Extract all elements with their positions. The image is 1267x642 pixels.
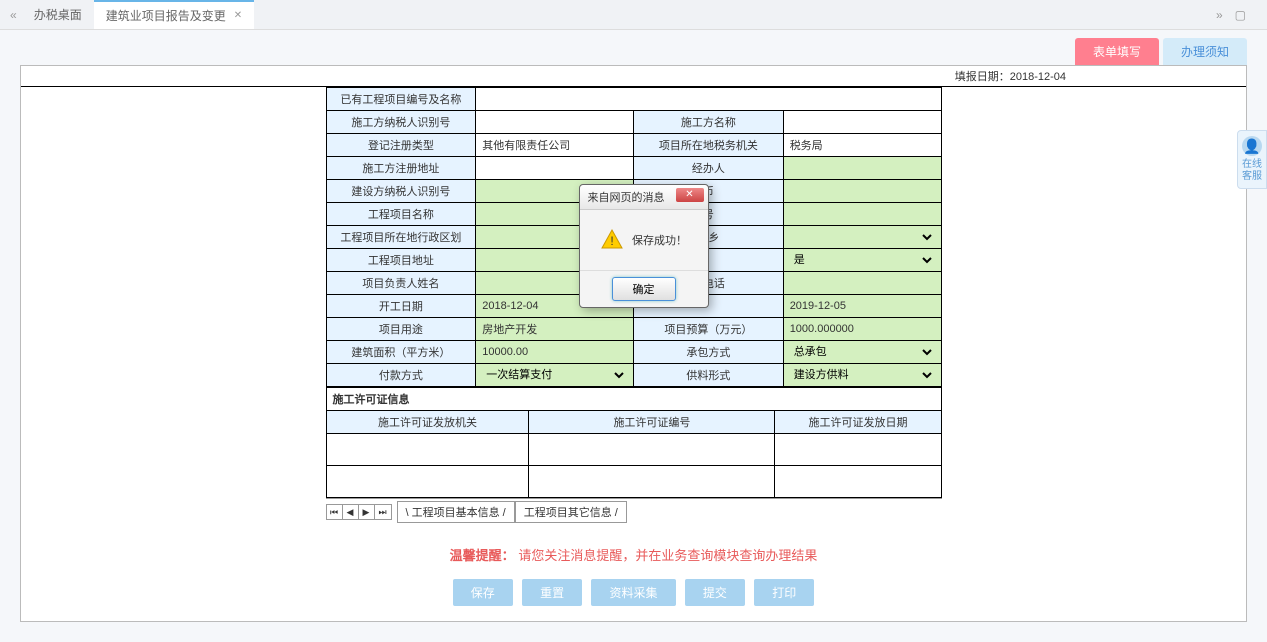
- ok-button[interactable]: 确定: [612, 277, 676, 301]
- sheet-prev-icon[interactable]: ◀: [343, 505, 359, 519]
- field-label: 付款方式: [326, 364, 476, 387]
- subtab-notice[interactable]: 办理须知: [1163, 38, 1247, 65]
- sub-tabs: 表单填写 办理须知: [0, 30, 1267, 65]
- dialog-message: 保存成功！: [632, 232, 687, 248]
- tabs-prev-icon[interactable]: «: [5, 8, 22, 22]
- field-label: 施工方名称: [633, 111, 783, 134]
- field-value[interactable]: [783, 203, 941, 226]
- sheet-last-icon[interactable]: ⏭: [375, 505, 391, 519]
- field-select[interactable]: [790, 230, 935, 244]
- field-select[interactable]: 总承包: [790, 345, 935, 359]
- sheet-nav: ⏮ ◀ ▶ ⏭: [326, 504, 392, 520]
- upload-button[interactable]: 资料采集: [591, 579, 675, 606]
- field-label: 工程项目所在地行政区划: [326, 226, 476, 249]
- form-row: 已有工程项目编号及名称: [326, 88, 941, 111]
- field-label: 建筑面积（平方米）: [326, 341, 476, 364]
- field-label: 已有工程项目编号及名称: [326, 88, 476, 111]
- field-value[interactable]: [783, 226, 941, 249]
- form-row: 建筑面积（平方米）10000.00承包方式总承包: [326, 341, 941, 364]
- field-value[interactable]: 1000.000000: [783, 318, 941, 341]
- field-select[interactable]: 建设方供料: [790, 368, 935, 382]
- tab-bar: « 办税桌面 建筑业项目报告及变更 ✕ » ▢: [0, 0, 1267, 30]
- form-row: 项目用途房地产开发项目预算（万元）1000.000000: [326, 318, 941, 341]
- content-frame: 填报日期：2018-12-04 已有工程项目编号及名称施工方纳税人识别号 施工方名…: [20, 65, 1247, 622]
- avatar-icon: 👤: [1242, 136, 1262, 156]
- save-button[interactable]: 保存: [453, 579, 513, 606]
- field-value[interactable]: [476, 157, 634, 180]
- dialog-title: 来自网页的消息 ✕: [580, 185, 708, 210]
- field-value[interactable]: [783, 111, 941, 134]
- field-label: 项目预算（万元）: [633, 318, 783, 341]
- field-value[interactable]: 总承包: [783, 341, 941, 364]
- field-label: 项目负责人姓名: [326, 272, 476, 295]
- sheet-tabs: ⏮ ◀ ▶ ⏭ \ 工程项目基本信息 / 工程项目其它信息 /: [326, 498, 942, 525]
- permit-col-issuer: 施工许可证发放机关: [326, 411, 529, 434]
- tab-desktop[interactable]: 办税桌面: [22, 1, 94, 28]
- field-label: 施工方纳税人识别号: [326, 111, 476, 134]
- report-date: 填报日期：2018-12-04: [21, 66, 1246, 87]
- permit-section-header: 施工许可证信息: [326, 388, 941, 411]
- field-value[interactable]: [476, 88, 941, 111]
- sheet-next-icon[interactable]: ▶: [359, 505, 375, 519]
- field-label: 开工日期: [326, 295, 476, 318]
- submit-button[interactable]: 提交: [685, 579, 745, 606]
- field-value[interactable]: [476, 111, 634, 134]
- field-label: 供料形式: [633, 364, 783, 387]
- tab-label: 办税桌面: [34, 6, 82, 23]
- window-control-icon[interactable]: ▢: [1229, 8, 1252, 22]
- close-icon[interactable]: ✕: [676, 188, 704, 202]
- form-row: 登记注册类型其他有限责任公司项目所在地税务机关税务局: [326, 134, 941, 157]
- permit-col-date: 施工许可证发放日期: [775, 411, 941, 434]
- sheet-tab-other[interactable]: 工程项目其它信息 /: [515, 501, 627, 523]
- field-value[interactable]: 一次结算支付: [476, 364, 634, 387]
- field-label: 施工方注册地址: [326, 157, 476, 180]
- reset-button[interactable]: 重置: [522, 579, 582, 606]
- tab-construction-report[interactable]: 建筑业项目报告及变更 ✕: [94, 0, 254, 29]
- field-value[interactable]: 是: [783, 249, 941, 272]
- reminder-text: 温馨提醒： 请您关注消息提醒，并在业务查询模块查询办理结果: [21, 525, 1246, 574]
- footer-buttons: 保存 重置 资料采集 提交 打印: [21, 574, 1246, 621]
- print-button[interactable]: 打印: [754, 579, 814, 606]
- svg-text:!: !: [610, 234, 613, 248]
- tabs-next-icon[interactable]: »: [1210, 8, 1229, 22]
- field-label: 项目用途: [326, 318, 476, 341]
- field-value[interactable]: 10000.00: [476, 341, 634, 364]
- sheet-tab-basic[interactable]: \ 工程项目基本信息 /: [397, 501, 515, 523]
- field-select[interactable]: 是: [790, 253, 935, 267]
- form-row: 施工方注册地址 经办人: [326, 157, 941, 180]
- field-label: 工程项目名称: [326, 203, 476, 226]
- field-label: 建设方纳税人识别号: [326, 180, 476, 203]
- table-row[interactable]: [326, 434, 941, 466]
- online-service-widget[interactable]: 👤 在线客服: [1237, 130, 1267, 189]
- permit-col-number: 施工许可证编号: [529, 411, 775, 434]
- field-value[interactable]: 其他有限责任公司: [476, 134, 634, 157]
- field-value[interactable]: 税务局: [783, 134, 941, 157]
- tab-label: 建筑业项目报告及变更: [106, 7, 226, 24]
- field-value[interactable]: [783, 272, 941, 295]
- field-value[interactable]: [783, 180, 941, 203]
- field-label: 登记注册类型: [326, 134, 476, 157]
- form-row: 施工方纳税人识别号 施工方名称: [326, 111, 941, 134]
- save-success-dialog: 来自网页的消息 ✕ ! 保存成功！ 确定: [579, 184, 709, 308]
- sheet-first-icon[interactable]: ⏮: [327, 505, 343, 519]
- field-value[interactable]: 2019-12-05: [783, 295, 941, 318]
- field-label: 承包方式: [633, 341, 783, 364]
- permit-table: 施工许可证信息 施工许可证发放机关 施工许可证编号 施工许可证发放日期: [326, 387, 942, 498]
- field-value[interactable]: 建设方供料: [783, 364, 941, 387]
- field-label: 经办人: [633, 157, 783, 180]
- field-value[interactable]: [783, 157, 941, 180]
- field-label: 工程项目地址: [326, 249, 476, 272]
- field-label: 项目所在地税务机关: [633, 134, 783, 157]
- form-row: 付款方式一次结算支付供料形式建设方供料: [326, 364, 941, 387]
- warning-icon: !: [600, 228, 624, 252]
- table-row[interactable]: [326, 466, 941, 498]
- subtab-form-fill[interactable]: 表单填写: [1075, 38, 1159, 65]
- field-value[interactable]: 房地产开发: [476, 318, 634, 341]
- field-select[interactable]: 一次结算支付: [482, 368, 627, 382]
- close-icon[interactable]: ✕: [234, 10, 242, 21]
